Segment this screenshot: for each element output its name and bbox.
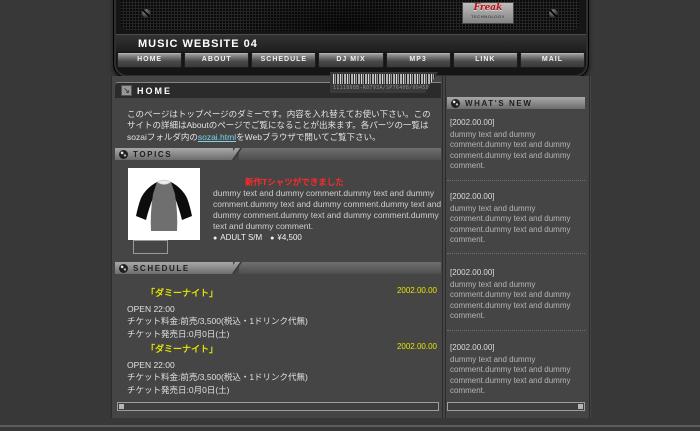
nav-button-home[interactable]: HOME — [117, 53, 182, 68]
screw-icon — [142, 9, 151, 18]
divider — [589, 76, 590, 418]
barcode-serial: 1111898B-R0793A/SP7640B/9945D — [333, 85, 435, 91]
nav-button-about[interactable]: ABOUT — [184, 53, 249, 68]
schedule-header-bar: SCHEDULE — [115, 262, 441, 274]
site-title: MUSIC WEBSITE 04 — [116, 34, 586, 52]
nav-button-mail[interactable]: MAIL — [520, 53, 585, 68]
dotted-separator — [447, 253, 585, 254]
news-entry: [2002.00.00] dummy text and dummy commen… — [450, 268, 580, 322]
dotted-separator — [447, 180, 585, 181]
main-nav: HOME ABOUT SCHEDULE DJ MIX MP3 LINK MAIL — [117, 53, 585, 68]
event-details: OPEN 22:00 チケット料金:前売/3,500(税込・1ドリンク代無) チ… — [127, 359, 427, 396]
tshirt-graphic — [128, 168, 200, 240]
arrow-icon: ↘ — [121, 85, 132, 96]
header-tail — [239, 148, 441, 160]
divider — [445, 76, 446, 418]
bullet-icon: ● — [270, 235, 274, 242]
screw-icon — [549, 9, 558, 18]
news-entry: [2002.00.00] dummy text and dummy commen… — [450, 192, 580, 246]
event-ticket-date: チケット発売日:0月0日(土) — [127, 328, 427, 340]
news-text: dummy text and dummy comment.dummy text … — [450, 280, 580, 322]
news-date: [2002.00.00] — [450, 343, 580, 352]
news-entry: [2002.00.00] dummy text and dummy commen… — [450, 118, 580, 172]
nav-button-link[interactable]: LINK — [453, 53, 518, 68]
barcode-stripes — [333, 74, 435, 84]
footer-bar — [447, 402, 585, 411]
divider — [111, 76, 112, 418]
content-panel: ↘ HOME 1111898B-R0793A/SP7640B/9945D このペ… — [111, 76, 591, 418]
news-date: [2002.00.00] — [450, 192, 580, 201]
speaker-header: Freak TECHNOLOGY MUSIC WEBSITE 04 HOME A… — [113, 0, 589, 78]
topics-header-bar: TOPICS — [115, 148, 441, 160]
event-title: 「ダミーナイト」 — [146, 342, 218, 355]
news-text: dummy text and dummy comment.dummy text … — [450, 355, 580, 397]
tag-outline — [133, 240, 168, 254]
intro-text-after: をWebブラウザで開いてご覧下さい。 — [236, 132, 381, 142]
tshirt-image — [128, 168, 200, 240]
nav-button-schedule[interactable]: SCHEDULE — [251, 53, 316, 68]
event-open-time: OPEN 22:00 — [127, 359, 427, 371]
topic-body: dummy text and dummy comment.dummy text … — [213, 188, 443, 232]
nav-button-mp3[interactable]: MP3 — [386, 53, 451, 68]
speaker-dot-icon — [119, 150, 128, 159]
event-ticket-price: チケット料金:前売/3,500(税込・1ドリンク代無) — [127, 315, 427, 327]
footer-bar-handle — [119, 404, 124, 409]
whatsnew-header-bar: WHAT'S NEW — [447, 97, 585, 109]
event-open-time: OPEN 22:00 — [127, 303, 427, 315]
schedule-header-label: SCHEDULE — [133, 264, 190, 273]
brand-badge: Freak TECHNOLOGY — [462, 2, 514, 24]
nav-button-djmix[interactable]: DJ MIX — [318, 53, 383, 68]
option-size: ADULT S/M — [220, 233, 262, 242]
bullet-icon: ● — [213, 235, 217, 242]
topic-title: 新作Tシャツができました — [245, 176, 344, 188]
sozai-link[interactable]: sozai.html — [198, 132, 236, 142]
brand-logo: Freak — [463, 3, 513, 14]
event-ticket-date: チケット発売日:0月0日(土) — [127, 384, 427, 396]
news-date: [2002.00.00] — [450, 118, 580, 127]
option-price: ¥4,500 — [277, 233, 301, 242]
event-details: OPEN 22:00 チケット料金:前売/3,500(税込・1ドリンク代無) チ… — [127, 303, 427, 340]
page: Freak TECHNOLOGY MUSIC WEBSITE 04 HOME A… — [0, 0, 700, 431]
page-title: HOME — [137, 86, 172, 96]
footer-bar-handle — [578, 404, 583, 409]
header-tail — [239, 262, 441, 274]
brand-sub-label: TECHNOLOGY — [463, 14, 513, 19]
news-text: dummy text and dummy comment.dummy text … — [450, 204, 580, 246]
footer-bar — [117, 402, 439, 411]
whatsnew-header-label: WHAT'S NEW — [465, 99, 533, 108]
event-date: 2002.00.00 — [337, 342, 437, 351]
topics-header-label: TOPICS — [133, 150, 172, 159]
barcode-decoration: 1111898B-R0793A/SP7640B/9945D — [330, 72, 438, 93]
dotted-separator — [447, 330, 585, 331]
news-date: [2002.00.00] — [450, 268, 580, 277]
news-text: dummy text and dummy comment.dummy text … — [450, 130, 580, 172]
topic-options: ●ADULT S/M●¥4,500 — [213, 233, 310, 242]
event-title: 「ダミーナイト」 — [146, 286, 218, 299]
event-ticket-price: チケット料金:前売/3,500(税込・1ドリンク代無) — [127, 371, 427, 383]
news-entry: [2002.00.00] dummy text and dummy commen… — [450, 343, 580, 397]
intro-paragraph: このページはトップページのダミーです。内容を入れ替えてお使い下さい。このサイトの… — [127, 109, 437, 143]
speaker-dot-icon — [451, 99, 460, 108]
speaker-dot-icon — [119, 264, 128, 273]
bottom-edge-line — [0, 425, 700, 427]
event-date: 2002.00.00 — [337, 286, 437, 295]
divider — [442, 76, 443, 418]
